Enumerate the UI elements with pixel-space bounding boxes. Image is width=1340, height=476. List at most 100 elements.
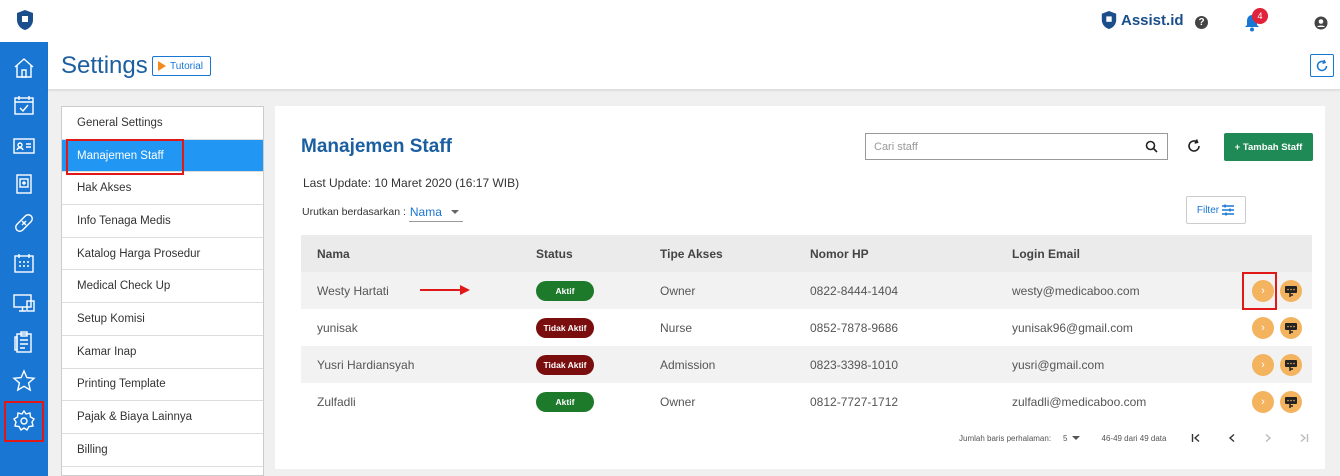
cell-status: Aktif bbox=[520, 280, 644, 301]
clipboard-icon[interactable] bbox=[12, 330, 36, 354]
add-staff-button[interactable]: + Tambah Staff bbox=[1224, 133, 1313, 161]
table-row[interactable]: Yusri Hardiansyah Tidak Aktif Admission … bbox=[301, 346, 1312, 383]
last-update-text: Last Update: 10 Maret 2020 (16:17 WIB) bbox=[303, 176, 520, 190]
prev-page-icon[interactable] bbox=[1226, 432, 1238, 444]
chat-button[interactable] bbox=[1280, 279, 1302, 302]
help-icon[interactable]: ? bbox=[1195, 16, 1208, 29]
last-page-icon[interactable] bbox=[1298, 432, 1310, 444]
menu-item-general-settings[interactable]: General Settings bbox=[62, 107, 263, 140]
header-tipe-akses[interactable]: Tipe Akses bbox=[644, 247, 794, 261]
home-icon[interactable] bbox=[12, 56, 36, 80]
header-status[interactable]: Status bbox=[520, 247, 644, 261]
status-badge: Aktif bbox=[536, 280, 594, 301]
cell-hp: 0852-7878-9686 bbox=[810, 320, 899, 335]
cell-actions: › bbox=[1226, 390, 1312, 413]
chat-icon bbox=[1285, 396, 1297, 408]
staff-table: Nama Status Tipe Akses Nomor HP Login Em… bbox=[301, 235, 1312, 420]
page-refresh-button[interactable] bbox=[1310, 54, 1334, 77]
cell-tipe: Owner bbox=[660, 394, 696, 409]
cell-actions: › bbox=[1226, 353, 1312, 376]
menu-item-printing-template[interactable]: Printing Template bbox=[62, 369, 263, 402]
chevron-right-icon: › bbox=[1261, 321, 1265, 334]
menu-item-pajak-biaya[interactable]: Pajak & Biaya Lainnya bbox=[62, 401, 263, 434]
header-nomor-hp[interactable]: Nomor HP bbox=[794, 247, 996, 261]
filter-label: Filter bbox=[1196, 204, 1220, 216]
detail-button[interactable]: › bbox=[1252, 353, 1274, 376]
cell-tipe: Owner bbox=[660, 283, 696, 298]
cell-email: westy@medicaboo.com bbox=[1012, 283, 1140, 298]
menu-item-info-tenaga-medis[interactable]: Info Tenaga Medis bbox=[62, 205, 263, 238]
chat-button[interactable] bbox=[1280, 316, 1302, 339]
menu-item-katalog-harga-prosedur[interactable]: Katalog Harga Prosedur bbox=[62, 238, 263, 271]
cell-status: Tidak Aktif bbox=[520, 354, 644, 375]
annotation-highlight-detail-button bbox=[1242, 272, 1277, 310]
sort-select[interactable]: Nama bbox=[408, 202, 463, 222]
annotation-arrow-icon bbox=[420, 285, 470, 295]
search-box bbox=[865, 133, 1168, 160]
annotation-highlight-menu bbox=[66, 139, 184, 175]
chevron-down-icon bbox=[1071, 436, 1080, 440]
brand-name: Assist.id bbox=[1121, 11, 1184, 29]
brand: Assist.id bbox=[1100, 10, 1184, 30]
chat-icon bbox=[1285, 285, 1297, 297]
chat-icon bbox=[1285, 359, 1297, 371]
table-row[interactable]: yunisak Tidak Aktif Nurse 0852-7878-9686… bbox=[301, 309, 1312, 346]
cell-actions: › bbox=[1226, 316, 1312, 339]
status-badge: Tidak Aktif bbox=[536, 354, 594, 375]
table-row[interactable]: Zulfadli Aktif Owner 0812-7727-1712 zulf… bbox=[301, 383, 1312, 420]
menu-item-billing[interactable]: Billing bbox=[62, 434, 263, 467]
cell-nama: Westy Hartati bbox=[317, 283, 389, 298]
cell-hp: 0823-3398-1010 bbox=[810, 357, 899, 372]
next-page-icon[interactable] bbox=[1262, 432, 1274, 444]
header-login-email[interactable]: Login Email bbox=[996, 247, 1226, 261]
cell-hp: 0822-8444-1404 bbox=[810, 283, 899, 298]
menu-item-kamar-inap[interactable]: Kamar Inap bbox=[62, 336, 263, 369]
search-input[interactable] bbox=[866, 134, 1126, 159]
page-range: 46-49 dari 49 data bbox=[1101, 433, 1167, 443]
cell-nama: yunisak bbox=[317, 320, 358, 335]
calendar-check-icon[interactable] bbox=[12, 93, 36, 117]
pagination: Jumlah baris perhalaman: 5 46-49 dari 49… bbox=[959, 432, 1310, 444]
cell-nama: Yusri Hardiansyah bbox=[317, 357, 415, 372]
menu-item-hak-akses[interactable]: Hak Akses bbox=[62, 172, 263, 206]
rows-per-page-select[interactable]: 5 bbox=[1063, 434, 1083, 443]
detail-button[interactable]: › bbox=[1252, 316, 1274, 339]
search-icon[interactable] bbox=[1145, 140, 1158, 153]
menu-item-setup-komisi[interactable]: Setup Komisi bbox=[62, 303, 263, 336]
schedule-icon[interactable] bbox=[12, 251, 36, 275]
page-title: Settings bbox=[61, 52, 148, 79]
medical-record-icon[interactable] bbox=[12, 172, 36, 196]
chat-button[interactable] bbox=[1280, 353, 1302, 376]
cell-nama: Zulfadli bbox=[317, 394, 356, 409]
rows-per-page-value: 5 bbox=[1063, 433, 1068, 443]
annotation-highlight-settings bbox=[4, 401, 44, 442]
chevron-right-icon: › bbox=[1261, 358, 1265, 371]
tutorial-button[interactable]: Tutorial bbox=[152, 56, 211, 76]
chevron-right-icon: › bbox=[1261, 395, 1265, 408]
page-header: Settings Tutorial bbox=[48, 42, 1340, 90]
app-logo-icon[interactable] bbox=[15, 9, 35, 31]
tutorial-label: Tutorial bbox=[170, 60, 203, 72]
menu-item-medical-check-up[interactable]: Medical Check Up bbox=[62, 270, 263, 304]
sort-label: Urutkan berdasarkan : bbox=[302, 206, 406, 218]
id-card-icon[interactable] bbox=[12, 134, 36, 158]
header-nama[interactable]: Nama bbox=[301, 247, 520, 261]
top-bar: Assist.id ? 4 bbox=[0, 0, 1340, 42]
bandage-icon[interactable] bbox=[12, 211, 36, 235]
first-page-icon[interactable] bbox=[1190, 432, 1202, 444]
chat-button[interactable] bbox=[1280, 390, 1302, 413]
filter-button[interactable]: Filter bbox=[1186, 196, 1246, 224]
filter-sliders-icon bbox=[1222, 204, 1235, 216]
chat-icon bbox=[1285, 322, 1297, 334]
chevron-down-icon bbox=[450, 209, 459, 214]
detail-button[interactable]: › bbox=[1252, 390, 1274, 413]
cell-tipe: Admission bbox=[660, 357, 716, 372]
cell-email: zulfadli@medicaboo.com bbox=[1012, 394, 1147, 409]
monitor-icon[interactable] bbox=[12, 291, 36, 315]
user-icon[interactable] bbox=[1314, 16, 1328, 30]
section-title: Manajemen Staff bbox=[301, 136, 452, 157]
status-badge: Aktif bbox=[536, 391, 594, 412]
star-icon[interactable] bbox=[12, 369, 36, 393]
sort-row: Urutkan berdasarkan : Nama bbox=[302, 202, 463, 222]
reload-icon[interactable] bbox=[1186, 138, 1202, 154]
